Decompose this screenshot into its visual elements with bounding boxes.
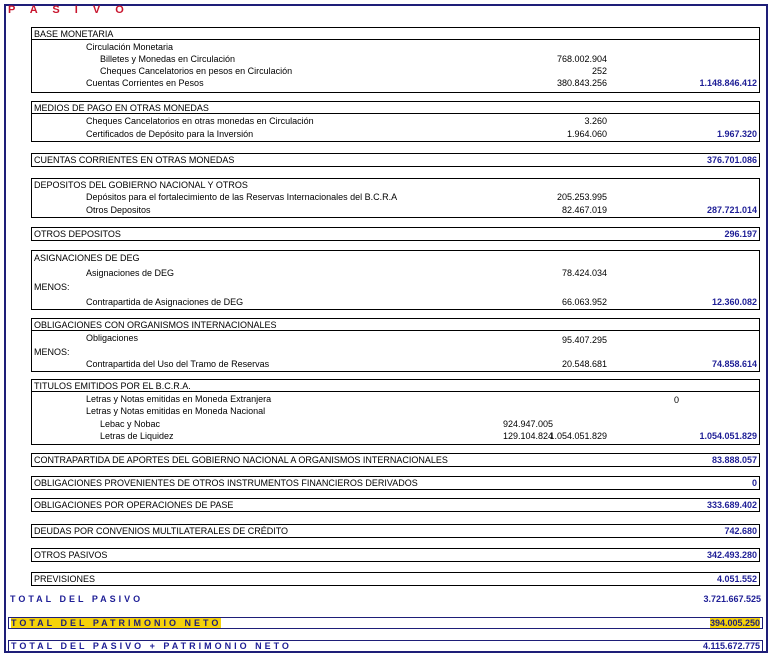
row-value: 20.548.681 [561,359,607,369]
section-titulos: TITULOS EMITIDOS POR EL B.C.R.A. Letras … [31,379,760,445]
divider [32,39,759,40]
row-label: Cheques Cancelatorios en otras monedas e… [86,116,314,126]
total-pasivo-row: TOTAL DEL PASIVO 3.721.667.525 [8,594,763,606]
divider [32,113,759,114]
section-total: 1.148.846.412 [699,78,757,88]
row-label: Asignaciones de DEG [86,268,175,278]
row-label: Letras y Notas emitidas en Moneda Nacion… [86,406,266,416]
total-general-label: TOTAL DEL PASIVO + PATRIMONIO NETO [11,641,292,651]
section-title: DEUDAS POR CONVENIOS MULTILATERALES DE C… [34,526,289,536]
row-label: Contrapartida del Uso del Tramo de Reser… [86,359,270,369]
section-total: 1.054.051.829 [699,431,757,441]
total-pasivo-label: TOTAL DEL PASIVO [10,594,144,604]
section-title: TITULOS EMITIDOS POR EL B.C.R.A. [34,381,191,391]
section-total: 4.051.552 [716,574,757,584]
row-label: Lebac y Nobac [100,419,161,429]
row-value: 82.467.019 [561,205,607,215]
section-total: 287.721.014 [706,205,757,215]
section-title: OTROS PASIVOS [34,550,108,560]
row-value: 924.947.005 [502,419,553,429]
row-value: 66.063.952 [561,297,607,307]
row-label: Contrapartida de Asignaciones de DEG [86,297,244,307]
row-subtotal: 1.054.051.829 [549,431,607,441]
section-asignaciones-deg: ASIGNACIONES DE DEG Asignaciones de DEG … [31,250,760,310]
row-label: Otros Depositos [86,205,151,215]
row-value: 768.002.904 [556,54,607,64]
row-label: Certificados de Depósito para la Inversi… [86,129,254,139]
section-obligaciones-pase: OBLIGACIONES POR OPERACIONES DE PASE 333… [31,498,760,512]
section-total: 1.967.320 [716,129,757,139]
row-label: Letras de Liquidez [100,431,174,441]
section-title: CONTRAPARTIDA DE APORTES DEL GOBIERNO NA… [34,455,448,465]
row-value: 0 [673,395,679,405]
section-base-monetaria: BASE MONETARIA Circulación Monetaria Bil… [31,27,760,93]
section-title: DEPOSITOS DEL GOBIERNO NACIONAL Y OTROS [34,180,248,190]
section-obligaciones-derivados: OBLIGACIONES PROVENIENTES DE OTROS INSTR… [31,476,760,490]
row-value: 1.964.060 [566,129,607,139]
section-total: 342.493.280 [706,550,757,560]
menos-label: MENOS: [34,282,70,292]
total-general-value: 4.115.672.775 [702,641,760,651]
section-total: 296.197 [724,229,757,239]
section-total: 376.701.086 [706,155,757,165]
section-total: 12.360.082 [711,297,757,307]
total-patrimonio-row: TOTAL DEL PATRIMONIO NETO 394.005.250 [8,617,763,629]
row-label: Letras y Notas emitidas en Moneda Extran… [86,394,272,404]
section-obligaciones-org: OBLIGACIONES CON ORGANISMOS INTERNACIONA… [31,318,760,372]
section-total: 74.858.614 [711,359,757,369]
section-total: 0 [751,478,757,488]
section-total: 333.689.402 [706,500,757,510]
total-general-row: TOTAL DEL PASIVO + PATRIMONIO NETO 4.115… [8,640,763,652]
section-cuentas-corrientes: CUENTAS CORRIENTES EN OTRAS MONEDAS 376.… [31,153,760,167]
row-label: Depósitos para el fortalecimiento de las… [86,192,398,202]
total-patrimonio-value: 394.005.250 [709,618,760,628]
section-depositos-gobierno: DEPOSITOS DEL GOBIERNO NACIONAL Y OTROS … [31,178,760,218]
section-total: 742.680 [724,526,757,536]
divider [32,330,759,331]
section-total: 83.888.057 [711,455,757,465]
row-label: Obligaciones [86,333,139,343]
row-value: 95.407.295 [561,335,607,345]
section-title: OBLIGACIONES PROVENIENTES DE OTROS INSTR… [34,478,418,488]
total-patrimonio-label: TOTAL DEL PATRIMONIO NETO [11,618,222,628]
section-contrapartida-aportes: CONTRAPARTIDA DE APORTES DEL GOBIERNO NA… [31,453,760,467]
row-label: Cheques Cancelatorios en pesos en Circul… [100,66,293,76]
row-value: 252 [591,66,607,76]
section-title: PREVISIONES [34,574,96,584]
pasivo-title: P A S I V O [8,4,130,16]
section-title: OTROS DEPOSITOS [34,229,121,239]
section-medios-pago: MEDIOS DE PAGO EN OTRAS MONEDAS Cheques … [31,101,760,142]
section-otros-depositos: OTROS DEPOSITOS 296.197 [31,227,760,241]
section-deudas-convenios: DEUDAS POR CONVENIOS MULTILATERALES DE C… [31,524,760,538]
section-title: OBLIGACIONES CON ORGANISMOS INTERNACIONA… [34,320,277,330]
row-value: 205.253.995 [556,192,607,202]
section-title: CUENTAS CORRIENTES EN OTRAS MONEDAS [34,155,235,165]
divider [32,391,759,392]
section-title: MEDIOS DE PAGO EN OTRAS MONEDAS [34,103,209,113]
section-previsiones: PREVISIONES 4.051.552 [31,572,760,586]
row-value: 380.843.256 [556,78,607,88]
row-label: Circulación Monetaria [86,42,174,52]
menos-label: MENOS: [34,347,70,357]
section-title: ASIGNACIONES DE DEG [34,253,140,263]
section-otros-pasivos: OTROS PASIVOS 342.493.280 [31,548,760,562]
row-value: 3.260 [584,116,607,126]
total-pasivo-value: 3.721.667.525 [703,594,761,604]
row-label: Cuentas Corrientes en Pesos [86,78,204,88]
row-value: 129.104.824 [502,431,553,441]
row-label: Billetes y Monedas en Circulación [100,54,236,64]
section-title: BASE MONETARIA [34,29,114,39]
section-title: OBLIGACIONES POR OPERACIONES DE PASE [34,500,234,510]
row-value: 78.424.034 [561,268,607,278]
